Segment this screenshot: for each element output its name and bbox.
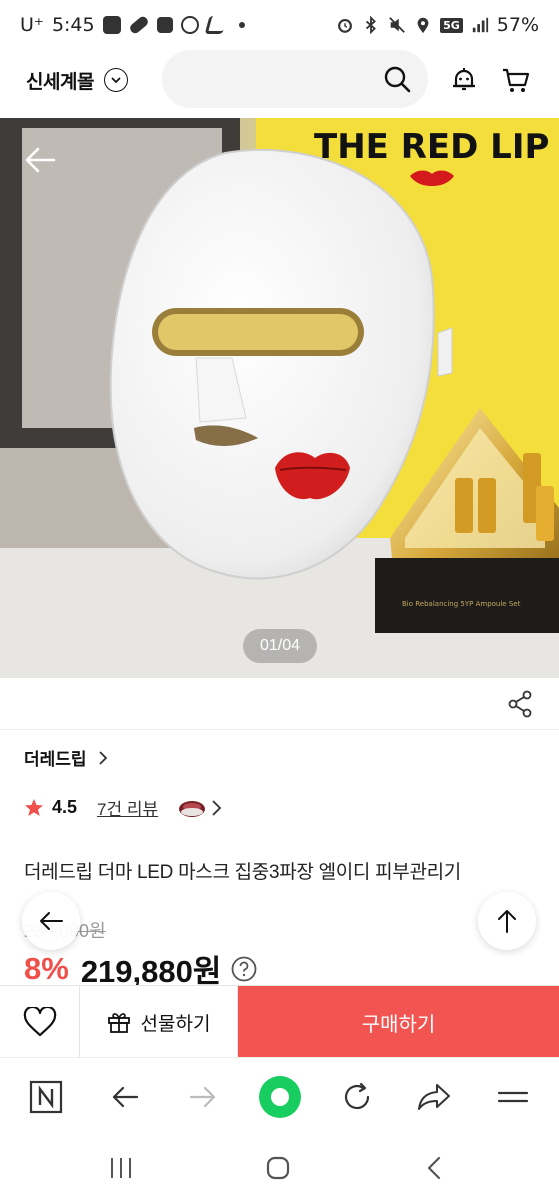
recent-apps-button[interactable] <box>104 1151 138 1185</box>
hamburger-icon <box>497 1091 529 1103</box>
more-notifications-icon <box>238 22 245 28</box>
chevron-right-icon[interactable] <box>210 799 224 817</box>
system-back-button[interactable] <box>417 1151 451 1185</box>
back-arrow-icon[interactable] <box>22 142 58 178</box>
location-icon <box>417 17 429 34</box>
bell-icon[interactable] <box>448 64 480 96</box>
hero-brand-text: THE RED LIP <box>314 127 549 167</box>
bluetooth-icon <box>365 16 376 34</box>
target-icon <box>180 16 199 34</box>
gift-icon <box>107 1013 130 1033</box>
menu-button[interactable] <box>493 1077 533 1117</box>
rating-row: 4.5 7건 리뷰 <box>24 795 224 820</box>
arrow-left-icon <box>112 1086 139 1108</box>
status-left: U⁺ 5:45 <box>20 14 245 36</box>
product-image-carousel[interactable]: THE RED LIP Bio Rebalancing 5YP Ampoule … <box>0 118 559 678</box>
home-icon <box>266 1156 290 1180</box>
notification-icon <box>102 16 121 34</box>
chevron-down-icon <box>111 77 121 84</box>
naver-n-icon <box>29 1080 63 1114</box>
cart-icon[interactable] <box>500 64 532 96</box>
chevron-right-icon <box>98 750 107 765</box>
carrier-label: U⁺ <box>20 14 44 36</box>
pill-icon <box>127 14 150 36</box>
alarm-icon <box>338 18 353 33</box>
browser-back-button[interactable] <box>105 1077 145 1117</box>
browser-share-button[interactable] <box>414 1077 454 1117</box>
arrow-up-icon <box>498 910 516 933</box>
home-button[interactable] <box>261 1151 295 1185</box>
search-bar[interactable] <box>162 50 428 108</box>
refresh-button[interactable] <box>337 1077 377 1117</box>
chevron-left-icon <box>427 1156 441 1180</box>
review-thumbnail[interactable] <box>178 798 206 818</box>
battery-percent: 57% <box>496 14 539 36</box>
recent-apps-icon <box>111 1158 131 1178</box>
check-icon <box>156 17 173 33</box>
scroll-top-button[interactable] <box>478 892 536 950</box>
share-arrow-icon <box>418 1084 450 1110</box>
gift-button[interactable]: 선물하기 <box>80 986 238 1058</box>
naver-home-button[interactable] <box>26 1077 66 1117</box>
help-icon[interactable] <box>231 956 257 982</box>
rating-score: 4.5 <box>52 797 78 817</box>
mall-logo[interactable]: 신세계몰 <box>26 67 94 94</box>
search-icon[interactable] <box>382 64 412 94</box>
app-header: 신세계몰 <box>0 50 559 110</box>
status-bar: U⁺ 5:45 5G 57% <box>0 0 559 50</box>
green-dot-button[interactable] <box>258 1075 302 1119</box>
refresh-icon <box>344 1082 370 1110</box>
clock: 5:45 <box>51 14 95 36</box>
purchase-bar: 선물하기 구매하기 <box>0 985 559 1058</box>
discount-rate: 8% <box>24 950 69 986</box>
browser-toolbar <box>0 1057 559 1135</box>
system-navigation <box>0 1135 559 1200</box>
product-photo: THE RED LIP Bio Rebalancing 5YP Ampoule … <box>0 118 559 678</box>
arrow-right-icon <box>189 1086 216 1108</box>
product-title: 더레드립 더마 LED 마스크 집중3파장 엘이디 피부관리기 <box>24 862 461 883</box>
image-pager: 01/04 <box>243 629 317 663</box>
mute-icon <box>389 17 405 33</box>
gift-label: 선물하기 <box>140 1013 211 1035</box>
share-icon[interactable] <box>507 690 533 718</box>
brand-store-link[interactable]: 더레드립 <box>24 745 109 770</box>
buy-label: 구매하기 <box>361 1013 436 1036</box>
float-back-button[interactable] <box>22 892 80 950</box>
brand-name: 더레드립 <box>24 750 87 769</box>
heart-icon <box>23 1007 56 1037</box>
wishlist-button[interactable] <box>0 986 80 1058</box>
signal-icon <box>472 17 488 33</box>
status-right: 5G 57% <box>336 14 539 36</box>
star-icon <box>25 798 43 816</box>
hero-box-text: Bio Rebalancing 5YP Ampoule Set <box>402 600 521 608</box>
arrow-left-icon <box>40 912 63 930</box>
share-row <box>0 678 559 730</box>
app-icon <box>204 16 228 34</box>
network-type-badge: 5G <box>440 17 463 33</box>
buy-button[interactable]: 구매하기 <box>238 986 559 1058</box>
review-count-link[interactable]: 7건 리뷰 <box>97 795 158 820</box>
search-input[interactable] <box>162 50 362 108</box>
green-dot-icon <box>259 1076 301 1118</box>
mall-switch-button[interactable] <box>103 68 128 92</box>
browser-forward-button[interactable] <box>183 1077 223 1117</box>
